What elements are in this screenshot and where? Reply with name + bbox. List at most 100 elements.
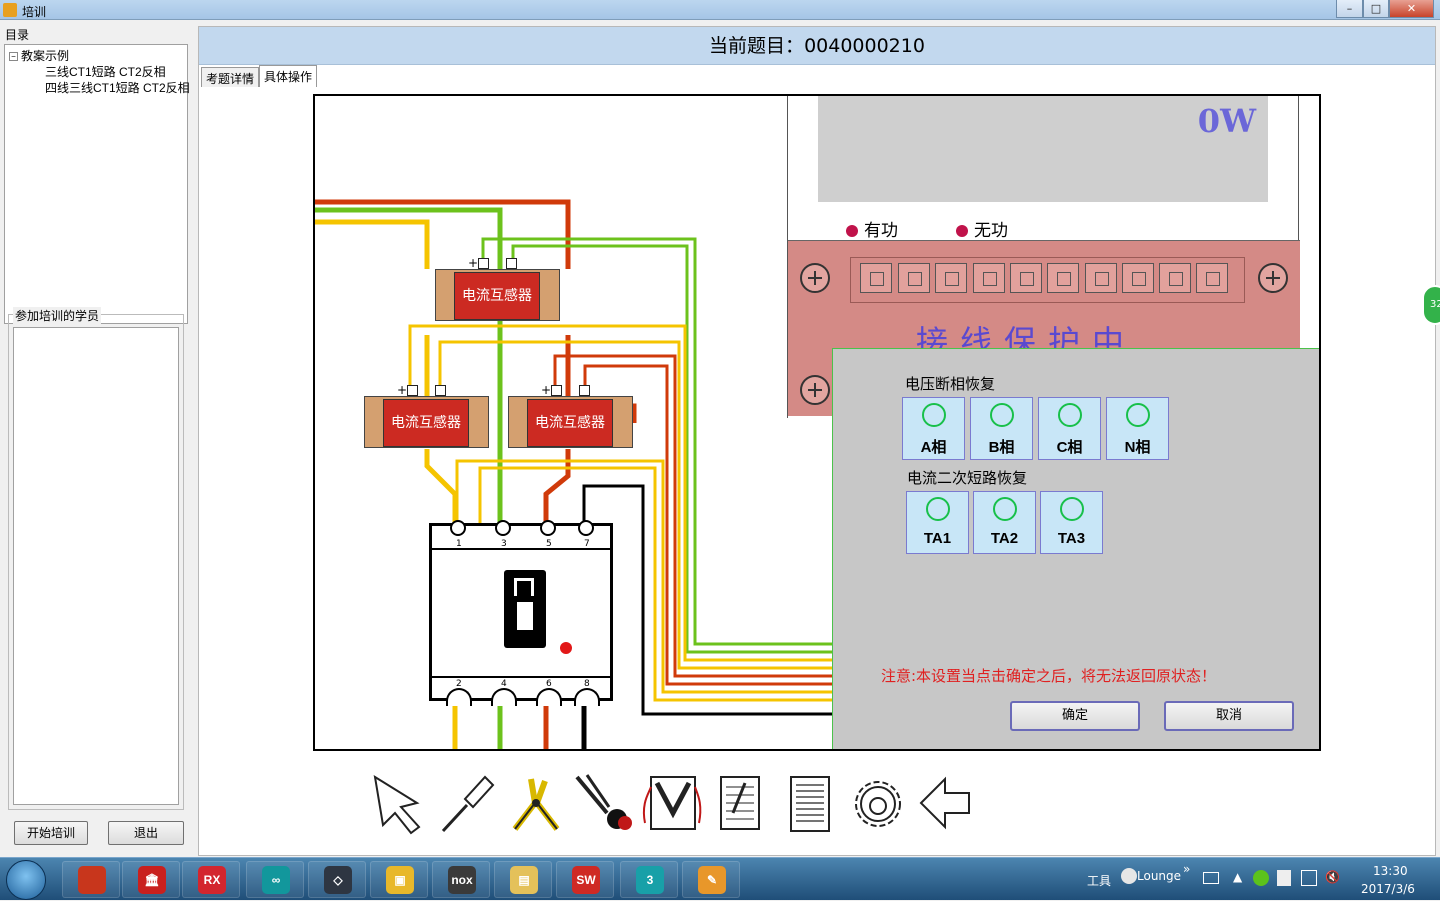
tree-item[interactable]: 四线三线CT1短路 CT2反相: [45, 79, 190, 96]
tray-app-icon[interactable]: [1253, 870, 1269, 886]
meter-terminal[interactable]: [1047, 263, 1079, 293]
current-section-label: 电流二次短路恢复: [907, 469, 1028, 487]
breaker-terminal[interactable]: [574, 688, 600, 706]
rx-app-button[interactable]: RX: [182, 861, 240, 898]
volume-icon[interactable]: 🔇: [1325, 870, 1341, 886]
ta3-button[interactable]: TA3: [1040, 491, 1103, 554]
network-icon[interactable]: [1301, 870, 1317, 886]
solidworks-app-button[interactable]: SW: [556, 861, 614, 898]
note-app-button[interactable]: ▣: [370, 861, 428, 898]
screw-icon: [1258, 263, 1288, 293]
tree-item[interactable]: 三线CT1短路 CT2反相: [45, 63, 166, 80]
current-transformer-1[interactable]: + 电流互感器: [435, 256, 560, 321]
tray-tools-label[interactable]: 工具: [1087, 872, 1111, 889]
breaker-terminal[interactable]: [450, 520, 466, 536]
breaker-terminal[interactable]: [536, 688, 562, 706]
phase-n-button[interactable]: N相: [1106, 397, 1169, 460]
ta1-button[interactable]: TA1: [906, 491, 969, 554]
trainer-app-button[interactable]: ✎: [682, 861, 740, 898]
document-icon[interactable]: [779, 773, 841, 835]
minimize-button[interactable]: –: [1336, 0, 1363, 18]
nox-app-button[interactable]: nox: [432, 861, 490, 898]
meter-terminal[interactable]: [1085, 263, 1117, 293]
tab-question-details[interactable]: 考题详情: [201, 67, 259, 87]
collapse-icon[interactable]: −: [9, 52, 18, 62]
clock-date[interactable]: 2017/3/6: [1361, 882, 1415, 896]
meter-terminal[interactable]: [860, 263, 892, 293]
circuit-breaker[interactable]: 1 3 5 7 2 4 6 8: [429, 520, 613, 706]
spartan-app-button[interactable]: [62, 861, 120, 898]
3dsmax-app-button[interactable]: 3: [620, 861, 678, 898]
meter-terminal[interactable]: [1196, 263, 1228, 293]
meter-terminal[interactable]: [973, 263, 1005, 293]
ct-terminal[interactable]: [551, 385, 562, 396]
tray-more[interactable]: »: [1183, 862, 1190, 876]
start-button[interactable]: [6, 860, 46, 900]
tab-operation[interactable]: 具体操作: [259, 65, 317, 87]
tree-root[interactable]: − 教案示例: [9, 47, 69, 64]
ring-icon: [993, 497, 1017, 521]
wiring-canvas[interactable]: + 电流互感器 + 电流互感器 + 电流互感器 1 3 5 7 2 4 6 8 …: [313, 94, 1321, 751]
meter-terminal[interactable]: [1010, 263, 1042, 293]
maximize-button[interactable]: □: [1363, 0, 1389, 18]
breaker-handle[interactable]: [504, 570, 546, 648]
arduino-app-button[interactable]: ∞: [246, 861, 304, 898]
breaker-terminal[interactable]: [495, 520, 511, 536]
pliers-icon[interactable]: [573, 773, 635, 835]
ct-terminal[interactable]: [478, 258, 489, 269]
meter-terminal[interactable]: [935, 263, 967, 293]
start-training-button[interactable]: 开始培训: [14, 821, 88, 845]
notepad-icon[interactable]: [709, 773, 771, 835]
exit-button[interactable]: 退出: [108, 821, 184, 845]
breaker-terminal[interactable]: [446, 688, 472, 706]
explorer-app-button[interactable]: ▤: [494, 861, 552, 898]
clock-time[interactable]: 13:30: [1373, 864, 1408, 878]
phase-b-button[interactable]: B相: [970, 397, 1033, 460]
phase-label: B相: [988, 439, 1015, 456]
flag-icon[interactable]: [1277, 870, 1291, 886]
ta-label: TA2: [990, 530, 1019, 547]
breaker-terminal[interactable]: [540, 520, 556, 536]
show-hidden-icon[interactable]: ▲: [1233, 870, 1242, 884]
phase-a-button[interactable]: A相: [902, 397, 965, 460]
question-prefix: 当前题目：: [709, 35, 805, 57]
ct-terminal[interactable]: [506, 258, 517, 269]
meter-terminal[interactable]: [1122, 263, 1154, 293]
breaker-terminal[interactable]: [578, 520, 594, 536]
lounge-icon[interactable]: [1121, 868, 1137, 884]
ta2-button[interactable]: TA2: [973, 491, 1036, 554]
pointer-icon[interactable]: [369, 773, 431, 835]
gear-icon[interactable]: [847, 773, 909, 835]
active-label: 有功: [864, 221, 898, 241]
current-transformer-3[interactable]: + 电流互感器: [508, 383, 633, 448]
meter-terminal[interactable]: [1159, 263, 1191, 293]
keyboard-icon[interactable]: [1203, 872, 1219, 884]
tray-lounge-label[interactable]: Lounge: [1137, 869, 1181, 883]
side-badge[interactable]: 32: [1422, 285, 1440, 325]
window-title: 培训: [22, 5, 47, 19]
unity-app-icon: ◇: [324, 866, 352, 894]
meter-terminal[interactable]: [898, 263, 930, 293]
multimeter-icon[interactable]: [641, 773, 703, 835]
cancel-button[interactable]: 取消: [1164, 701, 1294, 731]
phase-c-button[interactable]: C相: [1038, 397, 1101, 460]
ct-terminal[interactable]: [435, 385, 446, 396]
terminal-number: 7: [584, 539, 590, 549]
warning-text: 注意:本设置当点击确定之后，将无法返回原状态！: [881, 667, 1217, 685]
back-arrow-icon[interactable]: [917, 773, 979, 835]
screwdriver-icon[interactable]: [437, 773, 499, 835]
ring-icon: [1058, 403, 1082, 427]
lesson-tree: − 教案示例 三线CT1短路 CT2反相 四线三线CT1短路 CT2反相: [4, 44, 190, 324]
museum-app-button[interactable]: 🏛: [122, 861, 180, 898]
breaker-terminal[interactable]: [491, 688, 517, 706]
ct-terminal[interactable]: [579, 385, 590, 396]
wire-stripper-icon[interactable]: [505, 773, 567, 835]
close-button[interactable]: ✕: [1389, 0, 1434, 18]
phase-label: A相: [920, 439, 947, 456]
unity-app-button[interactable]: ◇: [308, 861, 366, 898]
students-list[interactable]: [13, 327, 179, 805]
catalog-label: 目录: [5, 28, 30, 42]
ct-terminal[interactable]: [407, 385, 418, 396]
current-transformer-2[interactable]: + 电流互感器: [364, 383, 489, 448]
confirm-button[interactable]: 确定: [1010, 701, 1140, 731]
